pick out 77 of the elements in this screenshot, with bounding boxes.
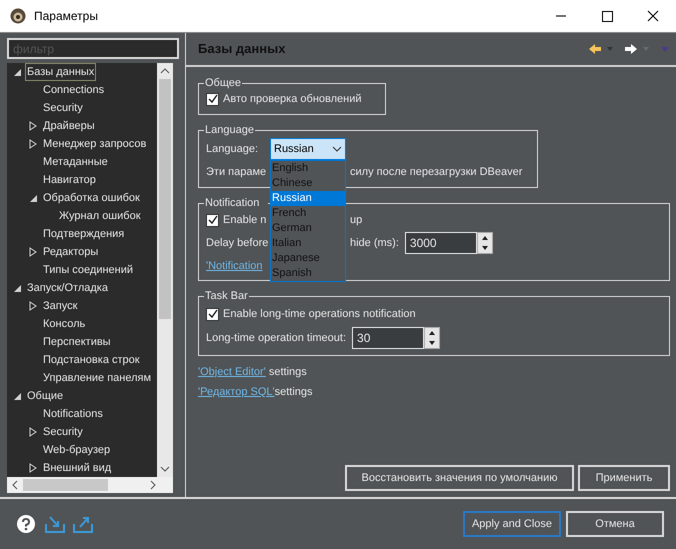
tree-item[interactable]: Подтверждения — [41, 225, 126, 243]
group-title: Language — [204, 123, 255, 137]
tree-item[interactable]: Редакторы — [41, 243, 100, 261]
checkbox[interactable] — [206, 92, 219, 106]
scroll-thumb[interactable] — [23, 479, 108, 491]
back-arrow-icon[interactable] — [588, 43, 602, 55]
checkbox-label: Enable n — [223, 212, 266, 228]
checkbox[interactable] — [206, 214, 219, 226]
field-label: Long-time operation timeout: — [206, 330, 346, 346]
tree-item[interactable]: Security — [41, 423, 85, 441]
vertical-scrollbar[interactable] — [157, 63, 173, 477]
tree-item[interactable]: Консоль — [41, 315, 88, 333]
language-dropdown[interactable]: Russian — [270, 138, 346, 160]
scroll-thumb[interactable] — [159, 79, 171, 319]
group-title: Notification — [205, 197, 260, 209]
collapsed-arrow-icon[interactable] — [29, 139, 37, 149]
forward-arrow-icon[interactable] — [624, 43, 638, 55]
dropdown-option[interactable]: Russian — [271, 191, 345, 206]
expanded-arrow-icon[interactable] — [12, 68, 22, 76]
settings-link[interactable]: 'Notification — [206, 258, 263, 274]
tree-item[interactable]: Web-браузер — [41, 441, 112, 459]
collapsed-arrow-icon[interactable] — [29, 427, 37, 437]
collapsed-arrow-icon[interactable] — [29, 121, 37, 131]
button[interactable]: Apply and Close — [463, 511, 561, 537]
link-suffix: settings — [274, 384, 313, 400]
button[interactable]: Отмена — [566, 511, 664, 537]
tree-item[interactable]: Обработка ошибок — [41, 189, 142, 207]
tree-item[interactable]: Управление панелям — [41, 369, 154, 387]
field-label: hide (ms): — [350, 236, 399, 251]
window-title: Параметры — [34, 8, 98, 25]
import-icon[interactable] — [44, 514, 66, 534]
tree-item[interactable]: Общие — [25, 387, 66, 405]
tree-item[interactable]: Security — [41, 99, 85, 117]
collapsed-arrow-icon[interactable] — [29, 463, 37, 473]
note-text: силу после перезагрузки DBeaver — [350, 164, 522, 180]
group-title: Task Bar — [204, 289, 249, 303]
horizontal-scrollbar[interactable] — [7, 477, 173, 493]
checkbox[interactable] — [206, 308, 219, 320]
checkbox-label: Авто проверка обновлений — [223, 92, 362, 107]
collapsed-arrow-icon[interactable] — [29, 301, 37, 311]
spin-buttons[interactable] — [424, 327, 440, 349]
group-title: Общее — [204, 76, 242, 90]
field-label: Language: — [206, 142, 259, 157]
settings-link[interactable]: 'Редактор SQL' — [198, 384, 275, 400]
button[interactable]: Применить — [578, 465, 670, 491]
help-icon[interactable] — [16, 514, 36, 534]
tree-item[interactable]: Connections — [41, 81, 106, 99]
tree-item[interactable]: Перспективы — [41, 333, 113, 351]
spin-buttons[interactable] — [476, 232, 493, 254]
expanded-arrow-icon[interactable] — [28, 194, 38, 202]
link-suffix: settings — [268, 364, 307, 380]
number-field[interactable]: 3000 — [404, 232, 477, 254]
tree-item[interactable]: Драйверы — [41, 117, 97, 135]
tree-item[interactable]: Журнал ошибок — [57, 207, 143, 225]
field-label: Delay before — [206, 236, 270, 251]
chevron-down-icon[interactable] — [332, 146, 342, 152]
tree-item[interactable]: Подстановка строк — [41, 351, 142, 369]
expanded-arrow-icon[interactable] — [12, 284, 22, 292]
note-text: Эти параме — [206, 164, 268, 180]
export-icon[interactable] — [72, 514, 94, 534]
tree-item[interactable]: Базы данных — [25, 63, 96, 81]
number-field[interactable]: 30 — [352, 327, 424, 349]
button[interactable]: Восстановить значения по умолчанию — [345, 465, 574, 491]
checkbox-label: Enable long-time operations notification — [223, 306, 416, 322]
tree-item[interactable]: Запуск/Отладка — [25, 279, 110, 297]
tree-item[interactable]: Метаданные — [41, 153, 110, 171]
tree-item[interactable]: Типы соединений — [41, 261, 136, 279]
tree-item[interactable]: Менеджер запросов — [41, 135, 148, 153]
checkbox-label: up — [350, 212, 362, 228]
tree-item[interactable]: Notifications — [41, 405, 105, 423]
settings-link[interactable]: 'Object Editor' — [198, 364, 266, 380]
tree-item[interactable]: Запуск — [41, 297, 80, 315]
expanded-arrow-icon[interactable] — [12, 392, 22, 400]
tree-item[interactable]: Внешний вид — [41, 459, 114, 477]
page-title: Базы данных — [198, 40, 286, 58]
tree-item[interactable]: Навигатор — [41, 171, 98, 189]
collapsed-arrow-icon[interactable] — [29, 247, 37, 257]
